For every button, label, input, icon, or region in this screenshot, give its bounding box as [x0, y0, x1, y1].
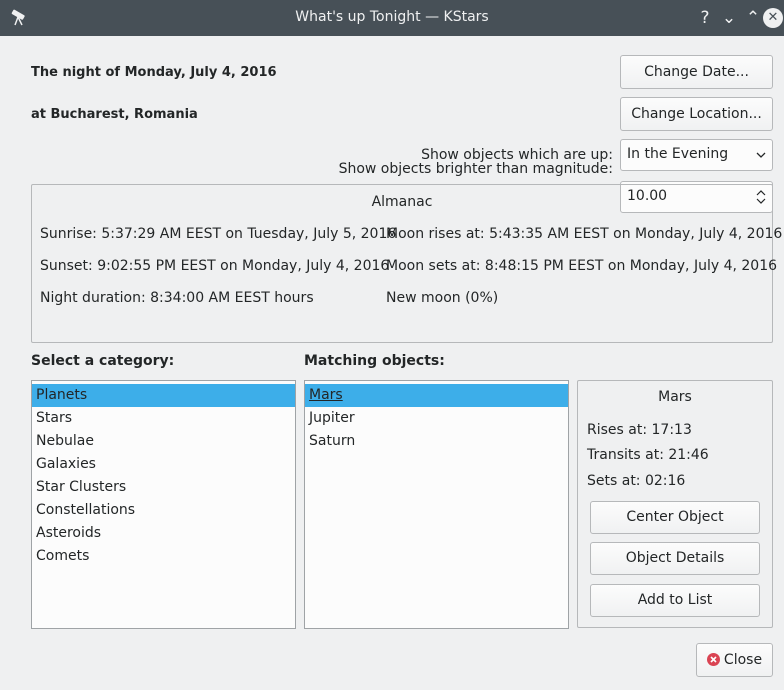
- change-date-button[interactable]: Change Date...: [620, 55, 773, 89]
- list-item-stars[interactable]: Stars: [32, 407, 295, 430]
- list-item-star-clusters[interactable]: Star Clusters: [32, 476, 295, 499]
- moonrise-text: Moon rises at: 5:43:35 AM EEST on Monday…: [386, 226, 783, 242]
- transits-text: Transits at: 21:46: [587, 447, 709, 463]
- list-item-mars[interactable]: Mars: [305, 384, 568, 407]
- category-list[interactable]: Planets Stars Nebulae Galaxies Star Clus…: [31, 380, 296, 629]
- close-button[interactable]: Close: [696, 643, 773, 677]
- change-location-button[interactable]: Change Location...: [620, 97, 773, 131]
- list-item-constellations[interactable]: Constellations: [32, 499, 295, 522]
- maximize-icon[interactable]: ⌃: [742, 7, 764, 29]
- list-item-label: Mars: [309, 387, 343, 403]
- sets-text: Sets at: 02:16: [587, 473, 686, 489]
- title-bar: What's up Tonight — KStars ? ⌄ ⌃ ✕: [0, 0, 784, 36]
- list-item-nebulae[interactable]: Nebulae: [32, 430, 295, 453]
- add-to-list-button[interactable]: Add to List: [590, 584, 760, 617]
- almanac-group: Almanac Sunrise: 5:37:29 AM EEST on Tues…: [31, 184, 782, 343]
- rises-text: Rises at: 17:13: [587, 422, 692, 438]
- moonset-text: Moon sets at: 8:48:15 PM EEST on Monday,…: [386, 258, 778, 274]
- center-object-button[interactable]: Center Object: [590, 501, 760, 534]
- matching-objects-list[interactable]: Mars Jupiter Saturn: [304, 380, 569, 629]
- object-name: Mars: [658, 389, 692, 405]
- matching-heading: Matching objects:: [304, 353, 445, 369]
- dialog-body: The night of Monday, July 4, 2016 at Buc…: [0, 36, 784, 690]
- night-duration-text: Night duration: 8:34:00 AM EEST hours: [40, 290, 314, 306]
- close-label: Close: [723, 652, 763, 668]
- list-item-saturn[interactable]: Saturn: [305, 430, 568, 453]
- window-title: What's up Tonight — KStars: [295, 9, 489, 25]
- object-details-button[interactable]: Object Details: [590, 542, 760, 575]
- chevron-down-icon: [756, 152, 766, 158]
- sunset-text: Sunset: 9:02:55 PM EEST on Monday, July …: [40, 258, 390, 274]
- magnitude-label: Show objects brighter than magnitude:: [338, 161, 613, 177]
- list-item-galaxies[interactable]: Galaxies: [32, 453, 295, 476]
- list-item-asteroids[interactable]: Asteroids: [32, 522, 295, 545]
- list-item-comets[interactable]: Comets: [32, 545, 295, 568]
- help-icon[interactable]: ?: [694, 7, 716, 29]
- show-up-value: In the Evening: [627, 146, 729, 162]
- window-close-icon[interactable]: ✕: [763, 8, 783, 28]
- category-heading: Select a category:: [31, 353, 175, 369]
- close-icon: [706, 653, 720, 666]
- moon-phase-text: New moon (0%): [386, 290, 499, 306]
- location-label: at Bucharest, Romania: [31, 107, 198, 122]
- minimize-icon[interactable]: ⌄: [718, 7, 740, 29]
- show-up-combo[interactable]: In the Evening: [620, 139, 773, 171]
- sunrise-text: Sunrise: 5:37:29 AM EEST on Tuesday, Jul…: [40, 226, 397, 242]
- night-date-label: The night of Monday, July 4, 2016: [31, 65, 277, 80]
- list-item-planets[interactable]: Planets: [32, 384, 295, 407]
- list-item-jupiter[interactable]: Jupiter: [305, 407, 568, 430]
- almanac-title: Almanac: [371, 194, 433, 210]
- object-info-panel: Mars Rises at: 17:13 Transits at: 21:46 …: [577, 380, 773, 628]
